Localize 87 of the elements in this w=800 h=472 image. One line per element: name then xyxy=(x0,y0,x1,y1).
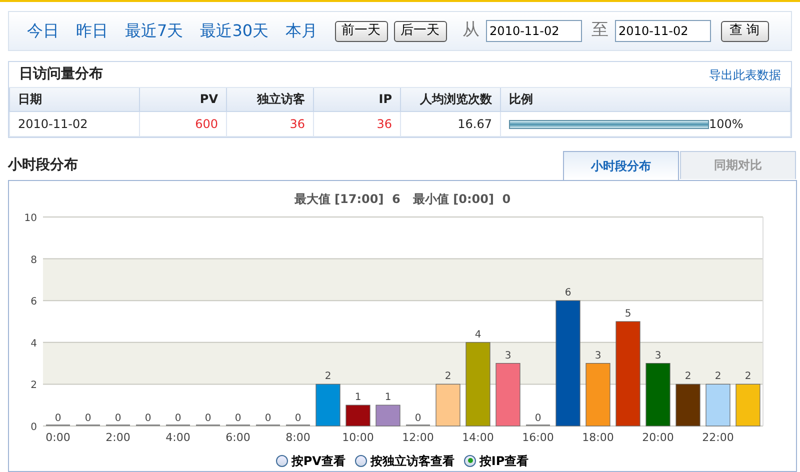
data-label: 0 xyxy=(204,412,212,424)
axis-label: 6:00 xyxy=(226,430,250,444)
axis-label: 4:00 xyxy=(166,430,190,444)
data-label: 0 xyxy=(174,412,182,424)
data-label: 0 xyxy=(264,412,272,424)
axis-label: 10:00 xyxy=(342,430,374,444)
date-range-link[interactable]: 今日 xyxy=(27,19,59,43)
table-cell: 2010-11-02 xyxy=(10,111,140,136)
column-header: IP xyxy=(314,88,400,111)
chart-summary: 最大值 [17:00] 6 最小值 [0:00] 0 xyxy=(293,190,512,208)
data-label: 2 xyxy=(444,370,452,382)
date-range-link[interactable]: 最近7天 xyxy=(125,19,184,43)
section-title: 小时段分布 xyxy=(8,156,78,174)
to-label: 至 xyxy=(592,19,609,42)
data-label: 0 xyxy=(414,412,422,424)
data-label: 2 xyxy=(714,370,722,382)
date-range-link[interactable]: 本月 xyxy=(286,19,318,43)
bar xyxy=(706,383,730,426)
column-header: 人均浏览次数 xyxy=(400,88,500,111)
export-link[interactable]: 导出此表数据 xyxy=(709,66,781,84)
section-title: 日访问量分布 xyxy=(19,64,103,84)
axis-label: 0 xyxy=(30,422,37,432)
bar xyxy=(646,362,670,426)
bar xyxy=(376,404,400,426)
column-header: 日期 xyxy=(10,88,140,111)
column-header: 比例 xyxy=(500,88,790,111)
end-date-field[interactable]: 2010-11-02 xyxy=(614,20,711,42)
data-label: 3 xyxy=(504,350,512,361)
data-label: 1 xyxy=(384,392,392,403)
axis-label: 6 xyxy=(30,296,37,308)
axis-label: 0:00 xyxy=(46,430,70,444)
data-label: 2 xyxy=(684,370,692,382)
data-label: 0 xyxy=(84,412,92,424)
bar xyxy=(676,383,700,426)
axis-label: 20:00 xyxy=(642,430,674,444)
tab[interactable]: 小时段分布 xyxy=(563,150,679,180)
bar xyxy=(436,383,460,426)
radio-button[interactable] xyxy=(355,454,368,466)
axis-label: 14:00 xyxy=(462,430,494,444)
axis-label: 10 xyxy=(24,212,37,224)
from-label: 从 xyxy=(462,19,480,42)
query-button[interactable]: 查 询 xyxy=(720,20,769,42)
date-range-link[interactable]: 最近30天 xyxy=(200,19,269,43)
table-cell: 36 xyxy=(226,111,314,136)
date-range-link[interactable]: 昨日 xyxy=(76,19,108,43)
previous-day-button[interactable]: 前一天 xyxy=(334,20,388,42)
data-label: 0 xyxy=(54,412,62,424)
axis-label: 2:00 xyxy=(106,430,130,444)
table-cell: 600 xyxy=(140,111,226,136)
radio-button[interactable] xyxy=(276,454,288,466)
bar xyxy=(496,362,520,426)
axis-label: 12:00 xyxy=(402,430,434,444)
axis-label: 22:00 xyxy=(702,430,734,444)
data-label: 1 xyxy=(354,392,362,403)
data-label: 0 xyxy=(234,412,242,424)
table-cell: 16.67 xyxy=(400,111,500,136)
ratio-text: 100% xyxy=(709,116,744,130)
data-label: 4 xyxy=(474,328,482,340)
radio-button[interactable] xyxy=(464,454,476,466)
bar xyxy=(736,383,760,426)
view-option[interactable]: 按IP查看 xyxy=(464,452,529,470)
data-label: 0 xyxy=(294,412,302,424)
view-option[interactable]: 按独立访客查看 xyxy=(355,452,454,470)
data-label: 3 xyxy=(594,350,602,361)
axis-label: 16:00 xyxy=(522,430,554,444)
data-label: 0 xyxy=(534,412,542,424)
axis-label: 2 xyxy=(30,380,37,391)
axis-label: 8:00 xyxy=(286,430,310,444)
bar xyxy=(316,383,340,426)
view-option[interactable]: 按PV查看 xyxy=(276,452,346,470)
next-day-button[interactable]: 后一天 xyxy=(394,20,447,42)
bar xyxy=(346,404,370,426)
data-label: 5 xyxy=(624,308,632,319)
bar xyxy=(586,362,610,426)
data-label: 0 xyxy=(144,412,152,424)
column-header: PV xyxy=(140,88,226,111)
data-label: 2 xyxy=(324,370,332,382)
table-cell: 36 xyxy=(314,111,400,136)
axis-label: 18:00 xyxy=(582,430,614,444)
data-label: 2 xyxy=(744,370,752,382)
start-date-field[interactable]: 2010-11-02 xyxy=(486,20,582,42)
axis-label: 8 xyxy=(30,254,37,266)
axis-label: 4 xyxy=(30,338,37,349)
data-label: 0 xyxy=(114,412,122,424)
data-label: 6 xyxy=(564,287,572,298)
column-header: 独立访客 xyxy=(226,88,314,111)
data-label: 3 xyxy=(654,350,662,361)
